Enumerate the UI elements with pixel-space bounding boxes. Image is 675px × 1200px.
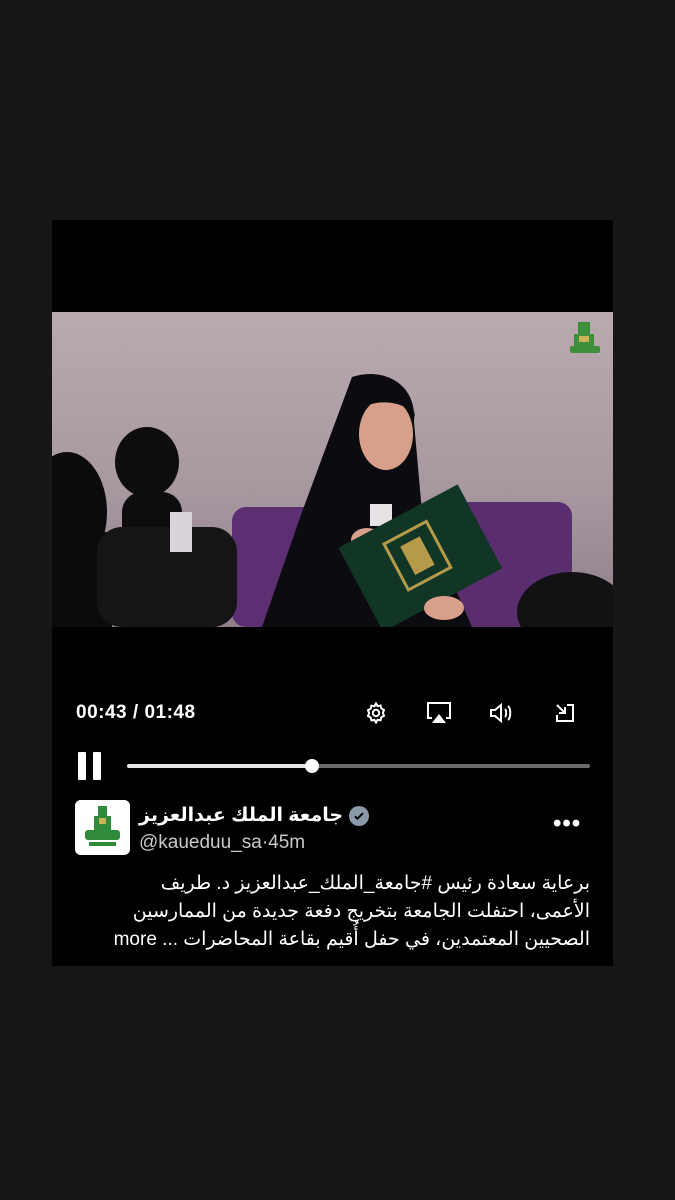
progress-fill [127,764,313,768]
tweet-text-line-last: الصحيين المعتمدين، في حفل أُقيم بقاعة ال… [113,929,590,950]
progress-bar[interactable] [127,759,590,773]
pause-icon [78,752,86,780]
tweet-text-line: الأعمى، احتفلت الجامعة بتخريج دفعة جديدة… [132,901,590,922]
display-name[interactable]: جامعة الملك عبدالعزيز [139,804,343,827]
university-logo [75,800,130,855]
exit-fullscreen-icon[interactable] [550,698,580,728]
more-options-icon[interactable]: ••• [553,810,581,838]
university-logo-watermark [570,322,600,353]
tweet-text: برعاية سعادة رئيس #جامعة_الملك_عبدالعزيز… [80,870,590,954]
settings-icon[interactable] [361,698,391,728]
more-link[interactable]: more [114,929,157,950]
video-still [52,322,613,627]
duration: 01:48 [144,702,196,723]
progress-knob[interactable] [305,759,320,773]
tweet-text-line: برعاية سعادة رئيس #جامعة_الملك_عبدالعزيز… [160,873,590,894]
account-name-row[interactable]: جامعة الملك عبدالعزيز [139,804,370,827]
airplay-icon[interactable] [424,698,454,728]
handle-row: @kaueduu_sa·45m [139,832,306,853]
time-ago[interactable]: 45m [268,832,305,853]
current-time: 00:43 [76,702,128,723]
tweet-header: جامعة الملك عبدالعزيز @kaueduu_sa·45m ••… [52,800,613,860]
time-display: 00:43 / 01:48 [76,702,196,723]
video-frame[interactable] [52,312,613,627]
volume-icon[interactable] [486,698,516,728]
video-controls: 00:43 / 01:48 [52,690,613,780]
pause-button[interactable] [78,752,102,780]
verified-badge-icon [349,805,370,826]
avatar[interactable] [75,800,130,855]
tweet-card: 00:43 / 01:48 جامعة الملك عبدالعزيز @kau… [52,220,613,966]
handle[interactable]: @kaueduu_sa [139,832,262,853]
